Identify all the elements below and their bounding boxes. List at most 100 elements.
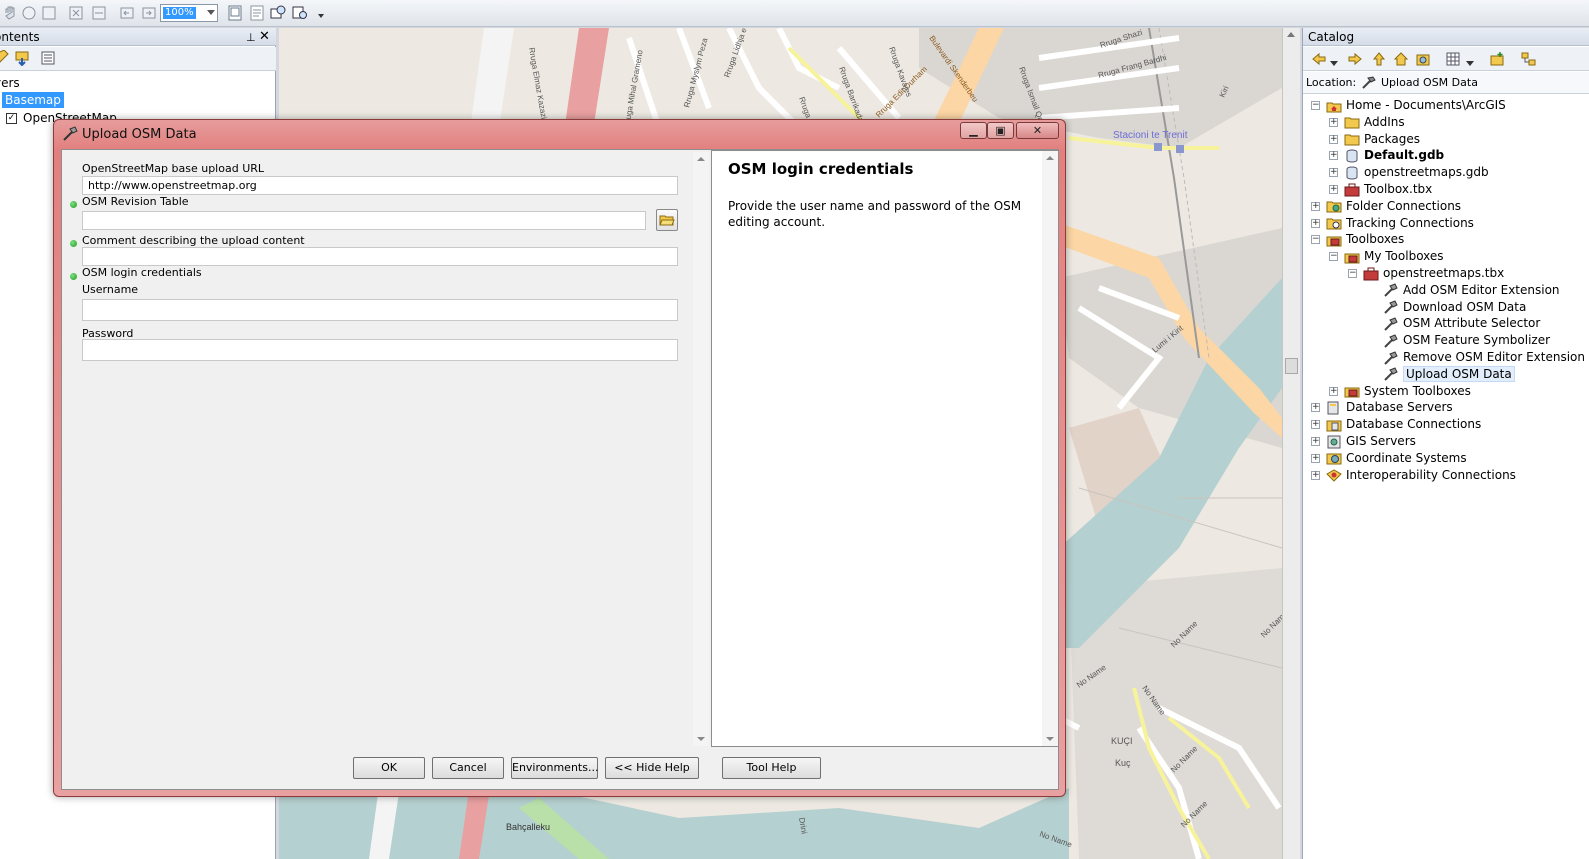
catalog-tree-item[interactable]: Remove OSM Editor Extension — [1383, 349, 1585, 366]
scroll-down-icon[interactable] — [697, 737, 705, 741]
expand-icon[interactable]: + — [1311, 201, 1320, 211]
catalog-tree-item[interactable]: + openstreetmaps.gdb — [1329, 164, 1489, 181]
url-field[interactable] — [82, 176, 678, 195]
catalog-tree-item[interactable]: + Default.gdb — [1329, 147, 1444, 164]
help-scrollbar[interactable] — [1042, 151, 1058, 746]
environments-button[interactable]: Environments... — [511, 757, 598, 779]
password-field[interactable] — [82, 339, 678, 361]
fixed-zoom-icon[interactable] — [40, 4, 58, 22]
next-extent-icon[interactable] — [140, 4, 158, 22]
up-one-level-icon[interactable] — [1371, 51, 1387, 70]
expand-icon[interactable]: + — [1311, 470, 1320, 480]
tool-help-button[interactable]: Tool Help — [722, 757, 821, 779]
find-tool-icon[interactable] — [291, 4, 309, 22]
catalog-tree-item[interactable]: + Interoperability Connections — [1311, 467, 1516, 484]
catalog-tree-item[interactable]: + Tracking Connections — [1311, 215, 1474, 232]
catalog-tree-item[interactable]: + GIS Servers — [1311, 433, 1416, 450]
catalog-tree-item[interactable]: Add OSM Editor Extension — [1383, 282, 1560, 299]
catalog-tree-item[interactable]: + System Toolboxes — [1329, 383, 1471, 400]
layer-visibility-checkbox[interactable]: ✓ — [6, 113, 17, 124]
zoom-in-fixed-icon[interactable] — [67, 4, 85, 22]
collapse-icon[interactable]: − — [1329, 252, 1338, 262]
catalog-tree-item[interactable]: Upload OSM Data — [1383, 365, 1515, 383]
catalog-tree-item[interactable]: + AddIns — [1329, 114, 1405, 131]
list-by-drawing-order-icon[interactable] — [0, 49, 10, 69]
connect-folder-icon[interactable] — [1415, 51, 1431, 70]
catalog-tree-item[interactable]: + Packages — [1329, 131, 1420, 148]
catalog-tree-item[interactable]: + Database Servers — [1311, 399, 1453, 416]
browse-button[interactable] — [656, 209, 678, 231]
revision-table-field[interactable] — [82, 211, 646, 230]
catalog-tree-item[interactable]: − openstreetmaps.tbx — [1348, 265, 1504, 282]
catalog-tree-item[interactable]: Download OSM Data — [1383, 299, 1526, 316]
scroll-up-icon[interactable] — [1046, 156, 1054, 160]
scroll-down-icon[interactable] — [1046, 737, 1054, 741]
expand-icon[interactable]: + — [1329, 151, 1338, 161]
toggle-tree-icon[interactable] — [1521, 51, 1537, 70]
minimize-button[interactable]: ▁ — [960, 122, 987, 139]
chevron-down-icon[interactable] — [207, 10, 215, 15]
zoom-level-select[interactable]: 100% — [160, 4, 218, 22]
collapse-icon[interactable]: − — [1348, 269, 1357, 278]
identify-tool-icon[interactable] — [269, 4, 287, 22]
expand-icon[interactable]: + — [1311, 437, 1320, 446]
maximize-button[interactable]: ▣ — [987, 122, 1014, 139]
expand-icon[interactable]: + — [1329, 134, 1338, 144]
catalog-tree-item-label: Toolbox.tbx — [1364, 182, 1433, 196]
scroll-up-icon[interactable] — [697, 157, 705, 161]
expand-icon[interactable]: + — [1311, 420, 1320, 430]
chevron-down-icon[interactable] — [1330, 56, 1338, 70]
comment-field[interactable] — [82, 247, 678, 266]
close-button[interactable]: ✕ — [1016, 122, 1059, 139]
map-label-street: Rruga Elmaz Kazazi — [527, 47, 548, 120]
view-options-icon[interactable] — [1445, 51, 1461, 70]
catalog-tree-item[interactable]: OSM Feature Symbolizer — [1383, 332, 1550, 349]
scroll-thumb[interactable] — [1285, 358, 1298, 374]
expand-icon[interactable]: + — [1311, 218, 1320, 228]
expand-icon[interactable]: + — [1311, 403, 1320, 413]
expand-icon[interactable]: + — [1329, 185, 1338, 194]
gis-server-icon — [1326, 435, 1342, 449]
full-extent-icon[interactable] — [20, 4, 38, 22]
scroll-up-icon[interactable] — [1287, 32, 1295, 37]
expand-icon[interactable]: + — [1311, 453, 1320, 463]
layout-page-icon[interactable] — [248, 4, 266, 22]
toolbar-overflow-icon[interactable] — [312, 4, 324, 22]
options-icon[interactable] — [40, 50, 56, 69]
home-icon[interactable] — [1393, 51, 1409, 70]
catalog-tree-item[interactable]: − Home - Documents\ArcGIS — [1311, 97, 1506, 114]
username-field[interactable] — [82, 299, 678, 321]
collapse-icon[interactable]: − — [1311, 101, 1320, 110]
catalog-tree-item[interactable]: + Toolbox.tbx — [1329, 181, 1432, 198]
pin-icon[interactable]: ⊥ — [246, 29, 256, 47]
catalog-tree-item[interactable]: + Folder Connections — [1311, 198, 1461, 215]
pan-tool-icon[interactable] — [2, 4, 20, 22]
previous-extent-icon[interactable] — [118, 4, 136, 22]
zoom-out-fixed-icon[interactable] — [90, 4, 108, 22]
cancel-button[interactable]: Cancel — [432, 757, 504, 779]
location-bar: Location: Upload OSM Data — [1303, 72, 1589, 94]
expand-icon[interactable]: + — [1329, 386, 1338, 396]
catalog-tree-item[interactable]: + Database Connections — [1311, 416, 1481, 433]
close-icon[interactable]: ✕ — [259, 28, 270, 46]
forward-arrow-icon[interactable] — [1347, 51, 1363, 70]
list-by-source-icon[interactable] — [14, 50, 30, 69]
catalog-tree-item[interactable]: − Toolboxes — [1311, 231, 1404, 248]
basemap-layer[interactable]: Basemap — [2, 92, 64, 108]
page-layout-icon[interactable] — [226, 4, 244, 22]
ok-button[interactable]: OK — [353, 757, 425, 779]
back-arrow-icon[interactable] — [1311, 51, 1327, 70]
expand-icon[interactable]: + — [1329, 117, 1338, 127]
catalog-tree-item[interactable]: − My Toolboxes — [1329, 248, 1444, 265]
parameters-scrollbar[interactable] — [693, 152, 709, 746]
catalog-tree-item[interactable]: OSM Attribute Selector — [1383, 315, 1540, 332]
new-folder-icon[interactable] — [1489, 51, 1505, 70]
location-value[interactable]: Upload OSM Data — [1381, 72, 1478, 94]
map-vertical-scrollbar[interactable] — [1282, 28, 1300, 859]
collapse-icon[interactable]: − — [1311, 235, 1320, 245]
expand-icon[interactable]: + — [1329, 168, 1338, 178]
hide-help-button[interactable]: << Hide Help — [605, 757, 699, 779]
catalog-tree-item[interactable]: + Coordinate Systems — [1311, 450, 1467, 467]
catalog-panel: Catalog Location: Upload OSM Data − Home … — [1302, 28, 1589, 859]
chevron-down-icon[interactable] — [1466, 56, 1474, 70]
